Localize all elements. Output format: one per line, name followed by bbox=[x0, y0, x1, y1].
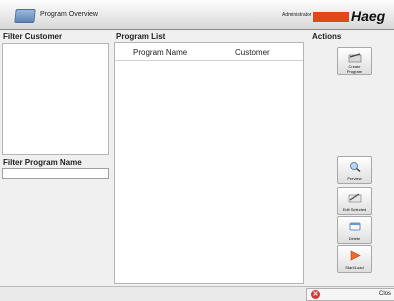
start-load-label: Start/Load bbox=[345, 265, 364, 270]
edit-selected-button[interactable]: Edit Selected bbox=[337, 187, 372, 215]
filter-customer-title: Filter Customer bbox=[3, 32, 63, 41]
delete-icon bbox=[349, 222, 361, 231]
title-bar: Program Overview Administrator Haeg bbox=[0, 0, 394, 30]
close-button[interactable]: ✕ Clos bbox=[306, 288, 394, 301]
create-program-button[interactable]: Create Program bbox=[337, 47, 372, 75]
create-program-label-line2: Program bbox=[346, 69, 363, 74]
preview-magnifier-icon bbox=[350, 162, 361, 172]
preview-label: Preview bbox=[347, 176, 362, 181]
brand-bar bbox=[313, 12, 349, 22]
actions-title: Actions bbox=[312, 32, 342, 41]
program-list-title: Program List bbox=[116, 32, 166, 41]
program-list-header: Program Name Customer bbox=[115, 43, 303, 61]
user-label: Administrator bbox=[282, 12, 312, 18]
start-load-play-icon bbox=[350, 250, 361, 261]
close-label: Clos bbox=[379, 291, 392, 297]
program-name-filter-input[interactable] bbox=[2, 168, 109, 179]
delete-label: Delete bbox=[348, 236, 361, 241]
window-title: Program Overview bbox=[40, 11, 98, 18]
delete-button[interactable]: Delete bbox=[337, 216, 372, 244]
preview-button[interactable]: Preview bbox=[337, 156, 372, 184]
customer-filter-list[interactable] bbox=[2, 43, 109, 155]
edit-selected-label: Edit Selected bbox=[342, 207, 367, 212]
brand-logo-text: Haeg bbox=[351, 8, 386, 24]
create-program-icon bbox=[348, 53, 362, 63]
close-icon: ✕ bbox=[311, 290, 320, 299]
start-load-button[interactable]: Start/Load bbox=[337, 245, 372, 273]
column-customer[interactable]: Customer bbox=[235, 48, 270, 57]
program-list-table[interactable] bbox=[114, 42, 304, 284]
filter-program-name-title: Filter Program Name bbox=[3, 158, 82, 167]
column-program-name[interactable]: Program Name bbox=[133, 48, 187, 57]
program-overview-icon bbox=[14, 9, 36, 23]
edit-icon bbox=[348, 193, 362, 203]
